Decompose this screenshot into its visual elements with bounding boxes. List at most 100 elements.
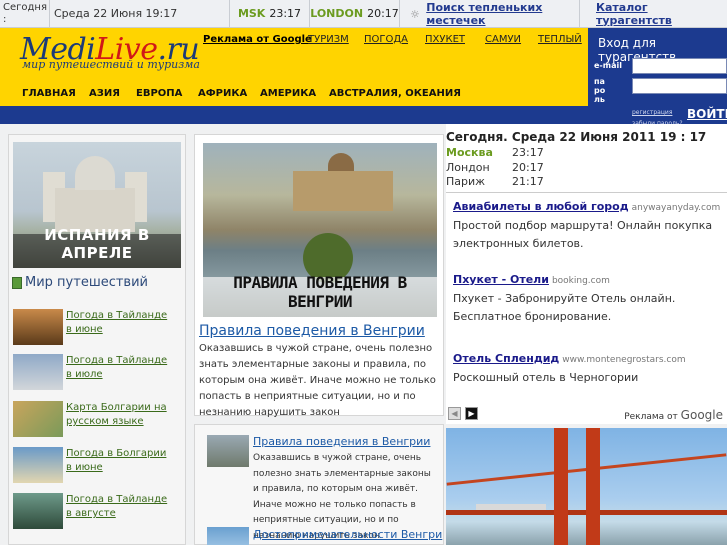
article-title-link[interactable]: Правила поведения в Венгрии bbox=[199, 323, 425, 339]
site-header: MediLive.ru мир путешествий и туризма Ре… bbox=[0, 28, 588, 106]
hungary-feature-image[interactable]: ПРАВИЛА ПОВЕДЕНИЯ В ВЕНГРИИ bbox=[203, 143, 437, 317]
travel-section-title: Мир путешествий bbox=[12, 275, 148, 290]
spain-promo-banner[interactable]: ИСПАНИЯ В АПРЕЛЕ bbox=[13, 142, 181, 268]
travel-link[interactable]: Погода в Болгарии в июне bbox=[66, 447, 171, 475]
london-city: LONDON bbox=[310, 7, 364, 20]
ads-by-text: Реклама от bbox=[624, 412, 678, 422]
article-list-link-2[interactable]: Достопримечательности Венгри bbox=[253, 528, 442, 541]
login-submit-button[interactable]: ВОЙТИ bbox=[687, 107, 727, 121]
list-item: Погода в Тайланде в июне bbox=[13, 309, 183, 345]
article-list-link-1[interactable]: Правила поведения в Венгрии bbox=[253, 435, 430, 448]
clock-time: 20:17 bbox=[512, 161, 544, 174]
nav-asia[interactable]: АЗИЯ bbox=[89, 88, 120, 99]
travel-section-label: Мир путешествий bbox=[25, 275, 148, 290]
ads-footer: ◀ ▶ Реклама от Google bbox=[448, 407, 727, 423]
travel-link[interactable]: Погода в Тайланде в августе bbox=[66, 493, 171, 521]
travel-link[interactable]: Погода в Тайланде в июне bbox=[66, 309, 171, 337]
parliament-building bbox=[293, 171, 393, 211]
warm-places-link[interactable]: Поиск тепленьких местечек bbox=[426, 1, 579, 27]
ad-title-link[interactable]: Отель Сплендид bbox=[453, 352, 559, 365]
site-tagline: мир путешествий и туризма bbox=[22, 58, 200, 71]
toplink-samui[interactable]: САМУИ bbox=[485, 34, 521, 45]
google-wordmark: Google bbox=[680, 408, 723, 422]
cathedral-dome bbox=[75, 156, 115, 190]
london-clock: LONDON 20:17 bbox=[310, 0, 400, 27]
ad-item: Отель Сплендид www.montenegrostars.com Ро… bbox=[453, 352, 723, 387]
clock-time: 21:17 bbox=[512, 175, 544, 188]
clock-city: Париж bbox=[446, 175, 486, 188]
left-column: ИСПАНИЯ В АПРЕЛЕ Мир путешествий Погода … bbox=[8, 134, 186, 545]
today-label: Сегодня : bbox=[0, 0, 50, 27]
article-thumb-2[interactable] bbox=[207, 527, 249, 545]
ad-domain: www.montenegrostars.com bbox=[562, 355, 686, 365]
ad-description: Роскошный отель в Черногории bbox=[453, 371, 639, 384]
bridge-tower-left bbox=[554, 428, 568, 545]
featured-article: ПРАВИЛА ПОВЕДЕНИЯ В ВЕНГРИИ Правила пове… bbox=[194, 134, 444, 418]
london-time: 20:17 bbox=[367, 7, 399, 20]
bridge-tower-right bbox=[586, 428, 600, 545]
ads-prev-button[interactable]: ◀ bbox=[448, 407, 461, 420]
nav-home[interactable]: ГЛАВНАЯ bbox=[22, 88, 76, 99]
ads-by-label[interactable]: Реклама от Google bbox=[624, 408, 723, 422]
image-caption: ПРАВИЛА ПОВЕДЕНИЯ В ВЕНГРИИ bbox=[233, 273, 407, 311]
toplink-tourism[interactable]: ТУРИЗМ bbox=[308, 34, 349, 45]
thumb-image[interactable] bbox=[13, 354, 63, 390]
header-blue-strip bbox=[0, 106, 588, 124]
warm-places-link-wrap: ☼ Поиск тепленьких местечек bbox=[400, 0, 580, 27]
ads-next-button[interactable]: ▶ bbox=[465, 407, 478, 420]
ad-description: Пхукет - Забронируйте Отель онлайн. Бесп… bbox=[453, 292, 676, 323]
article-thumb[interactable] bbox=[207, 435, 249, 467]
clock-city: Москва bbox=[446, 146, 493, 159]
password-label: пароль bbox=[594, 77, 606, 104]
ad-description: Простой подбор маршрута! Онлайн покупка … bbox=[453, 219, 713, 250]
ad-title-link[interactable]: Пхукет - Отели bbox=[453, 273, 549, 286]
nav-america[interactable]: АМЕРИКА bbox=[260, 88, 316, 99]
nav-africa[interactable]: АФРИКА bbox=[198, 88, 247, 99]
nav-australia[interactable]: АВСТРАЛИЯ, ОКЕАНИЯ bbox=[329, 88, 461, 99]
email-label: e-mail bbox=[594, 61, 622, 70]
nav-europe[interactable]: ЕВРОПА bbox=[136, 88, 182, 99]
ad-domain: anywayanyday.com bbox=[631, 203, 721, 213]
msk-time: 23:17 bbox=[269, 7, 302, 20]
list-item: Погода в Тайланде в июле bbox=[13, 354, 183, 390]
current-date: Среда 22 Июня 19:17 bbox=[50, 0, 230, 27]
register-link[interactable]: регистрация bbox=[632, 109, 672, 116]
email-field[interactable] bbox=[632, 58, 727, 74]
ad-item: Пхукет - Отели booking.com Пхукет - Забро… bbox=[453, 273, 723, 326]
thumb-image[interactable] bbox=[13, 309, 63, 345]
clock-city: Лондон bbox=[446, 161, 490, 174]
agencies-catalog-link[interactable]: Каталог турагентств bbox=[596, 1, 727, 27]
msk-city: MSK bbox=[237, 7, 266, 20]
ad-domain: booking.com bbox=[551, 276, 610, 286]
thumb-image[interactable] bbox=[13, 493, 63, 529]
ads-by-google-link[interactable]: Реклама от Google bbox=[203, 34, 312, 45]
promo-caption: ИСПАНИЯ В АПРЕЛЕ bbox=[44, 226, 150, 262]
list-item: Погода в Тайланде в августе bbox=[13, 493, 183, 529]
top-info-bar: Сегодня : Среда 22 Июня 19:17 MSK 23:17 … bbox=[0, 0, 727, 28]
travel-link[interactable]: Погода в Тайланде в июле bbox=[66, 354, 171, 382]
ad-item: Авиабилеты в любой город anywayanyday.com… bbox=[453, 200, 723, 253]
world-clock-panel: Сегодня. Среда 22 Июня 2011 19 : 17 Моск… bbox=[446, 124, 727, 192]
toplink-phuket[interactable]: ПХУКЕТ bbox=[425, 34, 465, 45]
agency-login-box: Вход для турагентств e-mail пароль регис… bbox=[588, 28, 727, 127]
thumb-image[interactable] bbox=[13, 447, 63, 483]
password-field[interactable] bbox=[632, 78, 727, 94]
golden-gate-photo[interactable] bbox=[446, 428, 727, 545]
google-ads-block: Авиабилеты в любой город anywayanyday.com… bbox=[446, 192, 727, 424]
agencies-link-wrap: Каталог турагентств bbox=[580, 0, 727, 27]
clock-time: 23:17 bbox=[512, 146, 544, 159]
book-icon bbox=[12, 276, 22, 289]
ad-title-link[interactable]: Авиабилеты в любой город bbox=[453, 200, 629, 213]
msk-clock: MSK 23:17 bbox=[230, 0, 310, 27]
list-item: Карта Болгарии на русском языке bbox=[13, 401, 183, 437]
toplink-weather[interactable]: ПОГОДА bbox=[364, 34, 408, 45]
article-summary: Оказавшись в чужой стране, очень полезно… bbox=[199, 343, 436, 418]
thumb-image[interactable] bbox=[13, 401, 63, 437]
main-nav: ГЛАВНАЯ АЗИЯ ЕВРОПА АФРИКА АМЕРИКА АВСТР… bbox=[0, 84, 588, 106]
travel-link[interactable]: Карта Болгарии на русском языке bbox=[66, 401, 171, 429]
today-full-date: Сегодня. Среда 22 Июня 2011 19 : 17 bbox=[446, 130, 707, 144]
toplink-warm[interactable]: ТЕПЛЫЙ bbox=[538, 34, 582, 45]
list-item: Погода в Болгарии в июне bbox=[13, 447, 183, 483]
sun-icon: ☼ bbox=[410, 7, 420, 21]
article-list: Правила поведения в Венгрии Оказавшись в… bbox=[194, 424, 444, 545]
